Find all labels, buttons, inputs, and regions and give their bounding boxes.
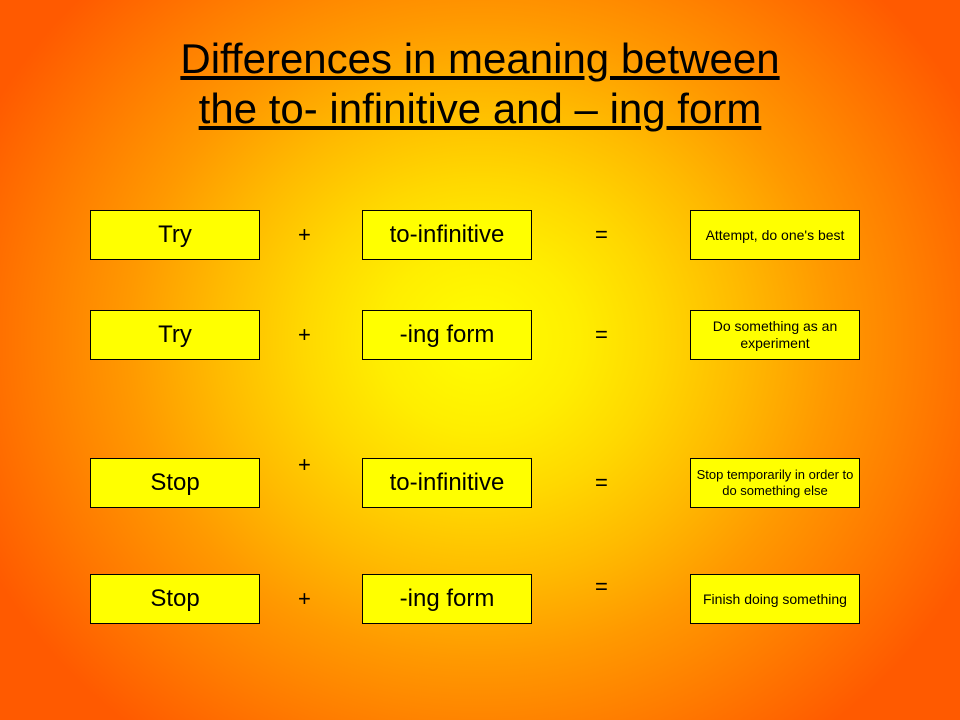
equals-icon: = bbox=[595, 574, 608, 600]
slide-title: Differences in meaning between the to- i… bbox=[0, 34, 960, 135]
meaning-box: Stop temporarily in order to do somethin… bbox=[690, 458, 860, 508]
plus-icon: + bbox=[298, 222, 311, 248]
verb-box: Try bbox=[90, 310, 260, 360]
verb-box: Try bbox=[90, 210, 260, 260]
meaning-box: Do something as an experiment bbox=[690, 310, 860, 360]
title-line-2: the to- infinitive and – ing form bbox=[199, 85, 762, 132]
meaning-box: Finish doing something bbox=[690, 574, 860, 624]
equation-row: Try + to-infinitive = Attempt, do one's … bbox=[0, 210, 960, 266]
plus-icon: + bbox=[298, 322, 311, 348]
form-box: to-infinitive bbox=[362, 458, 532, 508]
equation-row: Stop + -ing form = Finish doing somethin… bbox=[0, 574, 960, 630]
meaning-box: Attempt, do one's best bbox=[690, 210, 860, 260]
verb-box: Stop bbox=[90, 458, 260, 508]
verb-box: Stop bbox=[90, 574, 260, 624]
equals-icon: = bbox=[595, 322, 608, 348]
equals-icon: = bbox=[595, 222, 608, 248]
form-box: -ing form bbox=[362, 574, 532, 624]
title-line-1: Differences in meaning between bbox=[180, 35, 779, 82]
plus-icon: + bbox=[298, 586, 311, 612]
plus-icon: + bbox=[298, 452, 311, 478]
form-box: to-infinitive bbox=[362, 210, 532, 260]
equation-row: Stop + to-infinitive = Stop temporarily … bbox=[0, 458, 960, 514]
equals-icon: = bbox=[595, 470, 608, 496]
form-box: -ing form bbox=[362, 310, 532, 360]
equation-row: Try + -ing form = Do something as an exp… bbox=[0, 310, 960, 366]
